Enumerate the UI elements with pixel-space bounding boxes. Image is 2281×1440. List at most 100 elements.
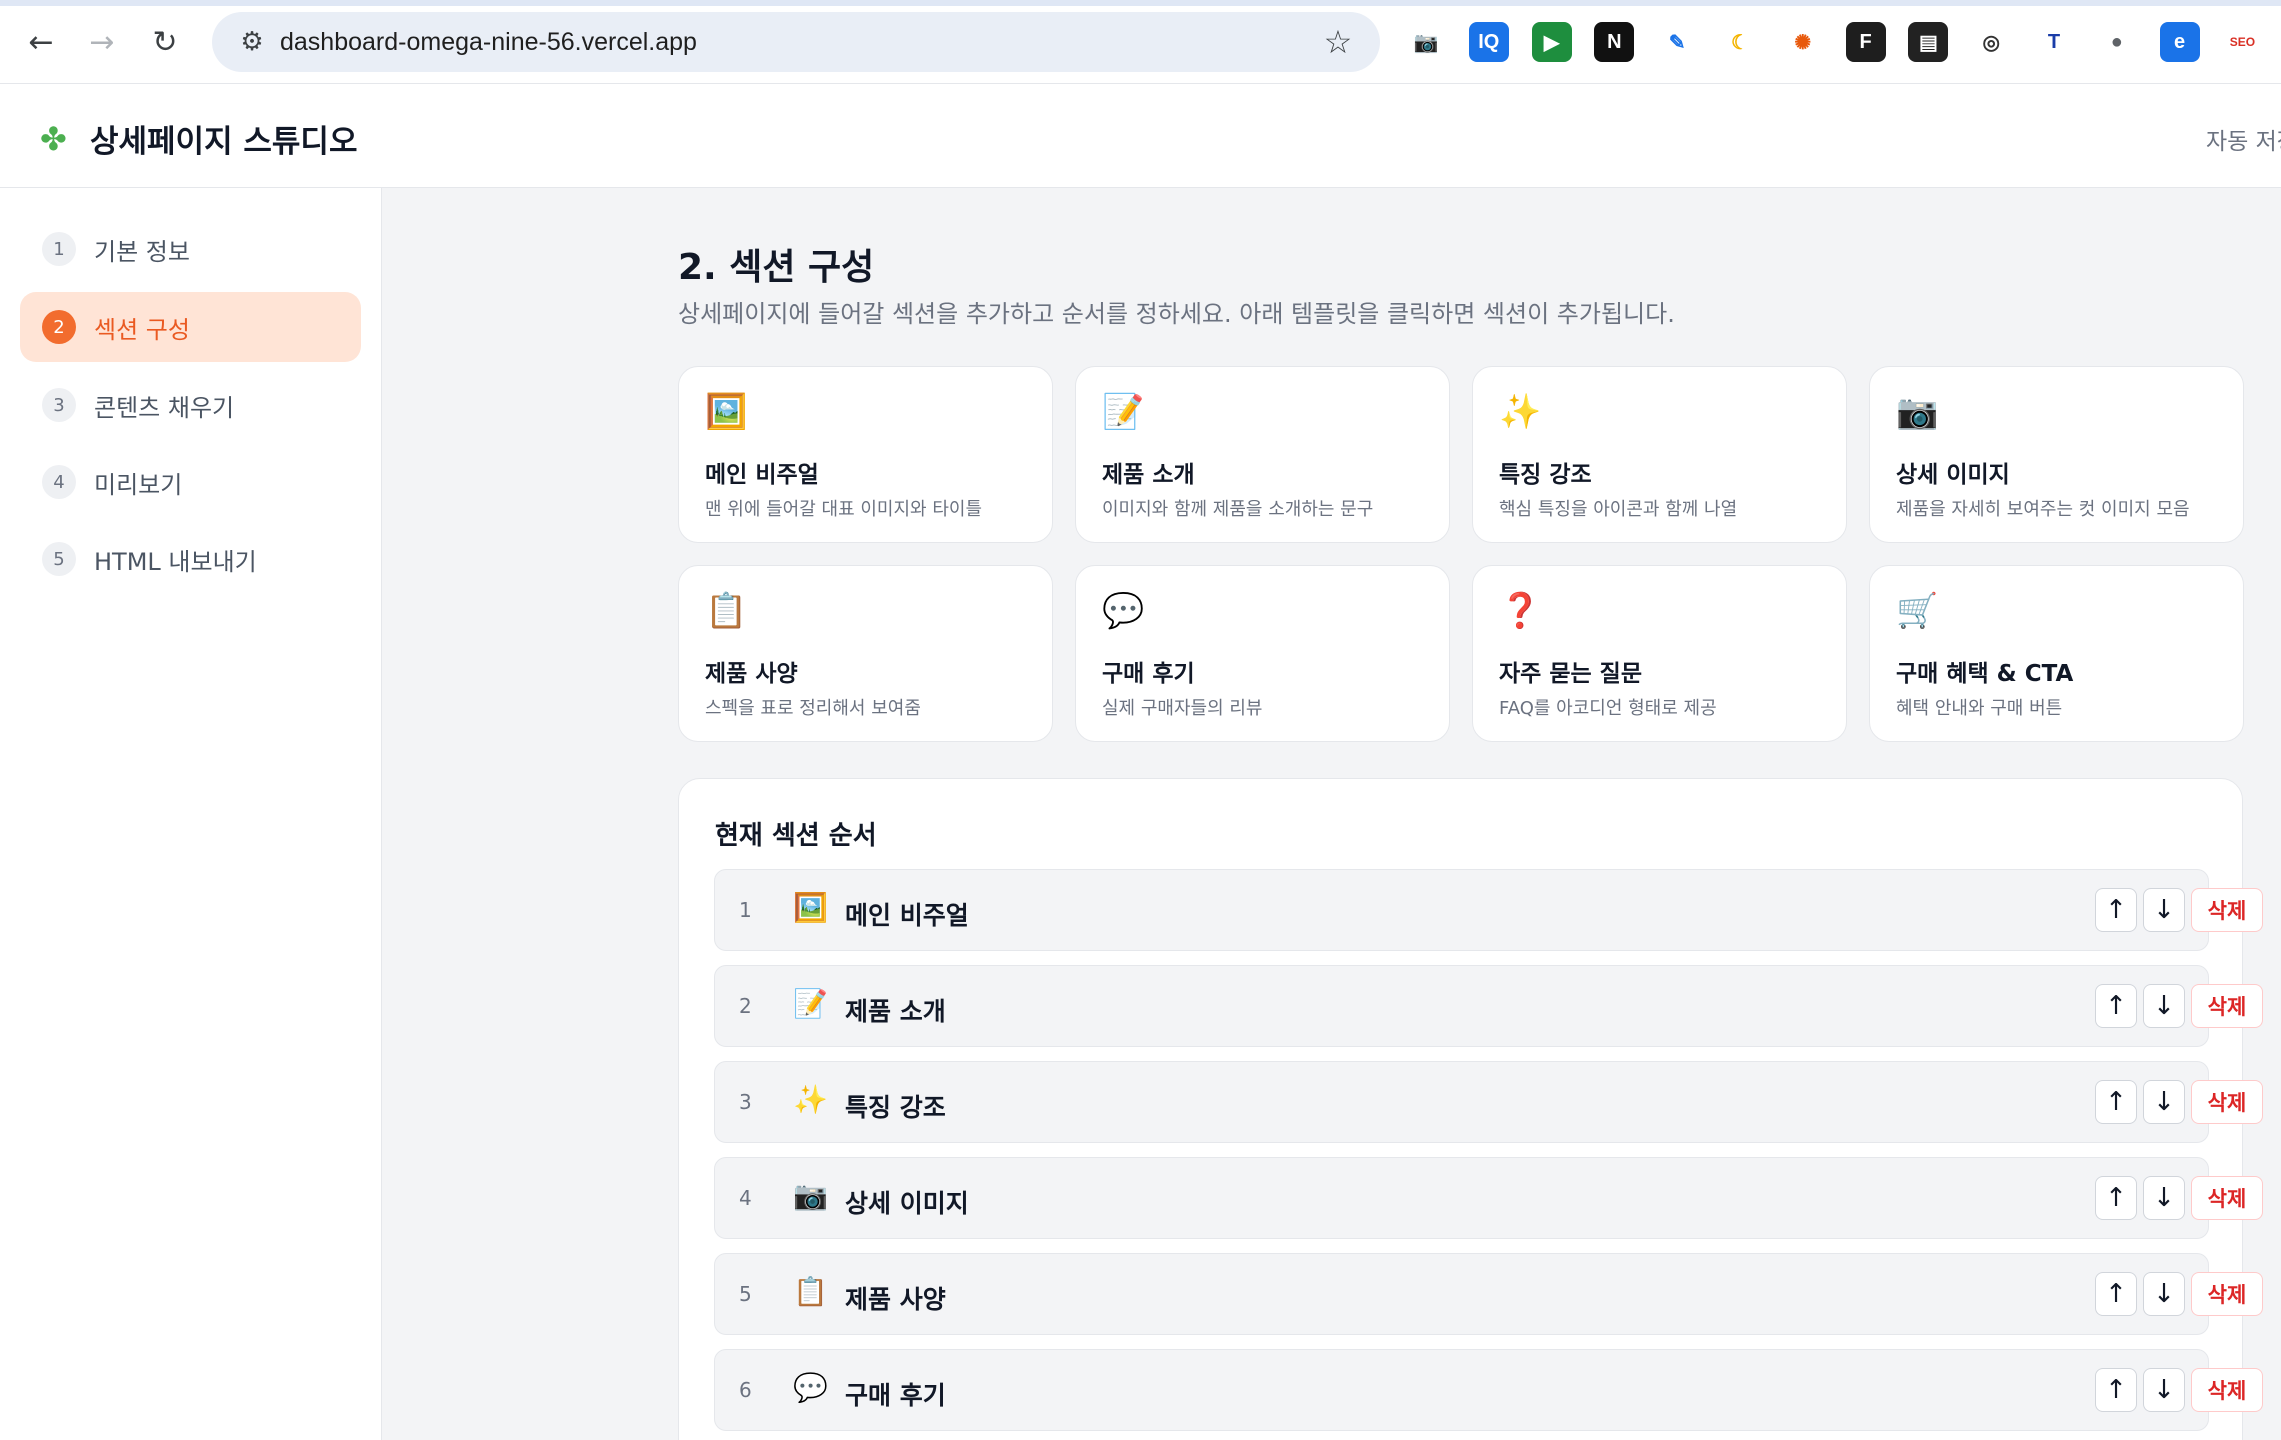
move-down-button[interactable]: ↓: [2143, 1368, 2185, 1412]
section-index: 2: [739, 994, 752, 1018]
delete-section-button[interactable]: 삭제: [2191, 1080, 2263, 1124]
clipboard-icon: 📋: [705, 591, 748, 631]
camera-icon: 📷: [793, 1179, 828, 1212]
figma-extension-icon[interactable]: F: [1845, 22, 1886, 62]
template-description: FAQ를 아코디언 형태로 제공: [1499, 698, 1717, 719]
section-order-panel: 현재 섹션 순서 1 🖼️ 메인 비주얼 ↑ ↓ 삭제 2 📝 제품 소개 ↑ …: [678, 778, 2263, 1440]
sidebar-step-preview[interactable]: 4 미리보기: [20, 447, 361, 517]
sidebar-step-section-config[interactable]: 2 섹션 구성: [20, 292, 361, 362]
template-name: 특징 강조: [1499, 462, 1592, 488]
bird-extension-icon[interactable]: ✎: [1657, 22, 1698, 62]
section-row: 6 💬 구매 후기 ↑ ↓ 삭제: [714, 1349, 2263, 1431]
bookmark-star-icon[interactable]: ☆: [1316, 20, 1360, 64]
sidebar-step-basic-info[interactable]: 1 기본 정보: [20, 214, 361, 284]
forward-icon[interactable]: →: [80, 20, 124, 64]
section-index: 5: [739, 1282, 752, 1306]
step-number: 3: [42, 388, 76, 422]
template-name: 제품 사양: [705, 661, 798, 687]
template-description: 핵심 특징을 아이콘과 함께 나열: [1499, 499, 1738, 520]
template-name: 제품 소개: [1102, 462, 1195, 488]
camera-extension-icon[interactable]: 📷: [1406, 22, 1446, 62]
picture-icon: 🖼️: [793, 891, 828, 924]
move-up-button[interactable]: ↑: [2095, 1080, 2137, 1124]
address-bar[interactable]: ⚙ dashboard-omega-nine-56.vercel.app ☆: [212, 12, 1380, 72]
delete-section-button[interactable]: 삭제: [2191, 1176, 2263, 1220]
section-index: 4: [739, 1186, 752, 1210]
section-name: 제품 사양: [845, 1285, 946, 1314]
move-down-button[interactable]: ↓: [2143, 984, 2185, 1028]
move-down-button[interactable]: ↓: [2143, 1176, 2185, 1220]
delete-section-button[interactable]: 삭제: [2191, 888, 2263, 932]
move-up-button[interactable]: ↑: [2095, 1368, 2137, 1412]
delete-section-button[interactable]: 삭제: [2191, 984, 2263, 1028]
move-up-button[interactable]: ↑: [2095, 1176, 2137, 1220]
template-description: 이미지와 함께 제품을 소개하는 문구: [1102, 499, 1374, 520]
move-up-button[interactable]: ↑: [2095, 888, 2137, 932]
section-order-title: 현재 섹션 순서: [715, 821, 877, 851]
section-index: 3: [739, 1090, 752, 1114]
app-title: 상세페이지 스튜디오: [90, 124, 358, 160]
translate-extension-icon[interactable]: T: [2034, 22, 2074, 62]
browser-tab-strip: [0, 0, 2281, 6]
move-down-button[interactable]: ↓: [2143, 1080, 2185, 1124]
eye-off-extension-icon[interactable]: ◎: [1971, 22, 2012, 62]
sidebar-step-html-export[interactable]: 5 HTML 내보내기: [20, 524, 361, 594]
url-text[interactable]: dashboard-omega-nine-56.vercel.app: [280, 28, 697, 57]
step-label: 미리보기: [94, 470, 183, 499]
template-name: 메인 비주얼: [705, 462, 819, 488]
memo-icon: 📝: [793, 987, 828, 1020]
seo-extension-icon[interactable]: SEO: [2222, 22, 2263, 62]
memo-icon: 📝: [1102, 392, 1145, 432]
sparkles-icon: ✨: [793, 1083, 828, 1116]
section-index: 6: [739, 1378, 752, 1402]
back-icon[interactable]: ←: [19, 20, 63, 64]
burst-extension-icon[interactable]: ✺: [1782, 22, 1823, 62]
move-up-button[interactable]: ↑: [2095, 984, 2137, 1028]
template-card-feature-highlight[interactable]: ✨ 특징 강조 핵심 특징을 아이콘과 함께 나열: [1472, 366, 1847, 543]
template-card-product-specs[interactable]: 📋 제품 사양 스펙을 표로 정리해서 보여줌: [678, 565, 1053, 742]
section-name: 특징 강조: [845, 1093, 946, 1122]
step-label: 섹션 구성: [94, 315, 190, 344]
moon-extension-icon[interactable]: ☾: [1720, 22, 1760, 62]
template-card-purchase-cta[interactable]: 🛒 구매 혜택 & CTA 혜택 안내와 구매 버튼: [1869, 565, 2244, 742]
autosave-status: 자동 저장: [2206, 129, 2281, 155]
template-card-main-visual[interactable]: 🖼️ 메인 비주얼 맨 위에 들어갈 대표 이미지와 타이틀: [678, 366, 1053, 543]
reload-icon[interactable]: ↻: [143, 20, 187, 64]
section-name: 제품 소개: [845, 997, 946, 1026]
page-description: 상세페이지에 들어갈 섹션을 추가하고 순서를 정하세요. 아래 템플릿을 클릭…: [678, 300, 1675, 328]
move-up-button[interactable]: ↑: [2095, 1272, 2137, 1316]
play-extension-icon[interactable]: ▶: [1531, 22, 1572, 62]
iq-extension-icon[interactable]: IQ: [1468, 22, 1509, 62]
sidebar: 1 기본 정보 2 섹션 구성 3 콘텐츠 채우기 4 미리보기 5 HTML …: [0, 188, 382, 1440]
sidebar-step-fill-content[interactable]: 3 콘텐츠 채우기: [20, 370, 361, 440]
step-number: 5: [42, 542, 76, 576]
edge-extension-icon[interactable]: e: [2159, 22, 2200, 62]
question-mark-icon: ❓: [1499, 591, 1542, 631]
template-card-faq[interactable]: ❓ 자주 묻는 질문 FAQ를 아코디언 형태로 제공: [1472, 565, 1847, 742]
step-number: 2: [42, 310, 76, 344]
move-down-button[interactable]: ↓: [2143, 888, 2185, 932]
move-down-button[interactable]: ↓: [2143, 1272, 2185, 1316]
template-name: 구매 후기: [1102, 661, 1195, 687]
section-index: 1: [739, 898, 752, 922]
section-row: 1 🖼️ 메인 비주얼 ↑ ↓ 삭제: [714, 869, 2263, 951]
delete-section-button[interactable]: 삭제: [2191, 1272, 2263, 1316]
main-content: 2. 섹션 구성 상세페이지에 들어갈 섹션을 추가하고 순서를 정하세요. 아…: [382, 188, 2281, 1440]
template-card-product-intro[interactable]: 📝 제품 소개 이미지와 함께 제품을 소개하는 문구: [1075, 366, 1450, 543]
puzzle-logo-icon: ✤: [40, 120, 67, 158]
app-header: ✤ 상세페이지 스튜디오 자동 저장: [0, 84, 2281, 188]
delete-section-button[interactable]: 삭제: [2191, 1368, 2263, 1412]
template-card-detail-images[interactable]: 📷 상세 이미지 제품을 자세히 보여주는 컷 이미지 모음: [1869, 366, 2244, 543]
template-description: 스펙을 표로 정리해서 보여줌: [705, 698, 921, 719]
step-label: 기본 정보: [94, 237, 190, 266]
step-number: 4: [42, 465, 76, 499]
sparkles-icon: ✨: [1499, 392, 1542, 432]
mouse-extension-icon[interactable]: ●: [2096, 22, 2137, 62]
shopping-cart-icon: 🛒: [1896, 591, 1939, 631]
section-row: 2 📝 제품 소개 ↑ ↓ 삭제: [714, 965, 2263, 1047]
template-card-reviews[interactable]: 💬 구매 후기 실제 구매자들의 리뷰: [1075, 565, 1450, 742]
site-info-icon[interactable]: ⚙: [228, 18, 276, 66]
notion-extension-icon[interactable]: N: [1594, 22, 1635, 62]
terminal-extension-icon[interactable]: ▤: [1908, 22, 1949, 62]
clipboard-icon: 📋: [793, 1275, 828, 1308]
